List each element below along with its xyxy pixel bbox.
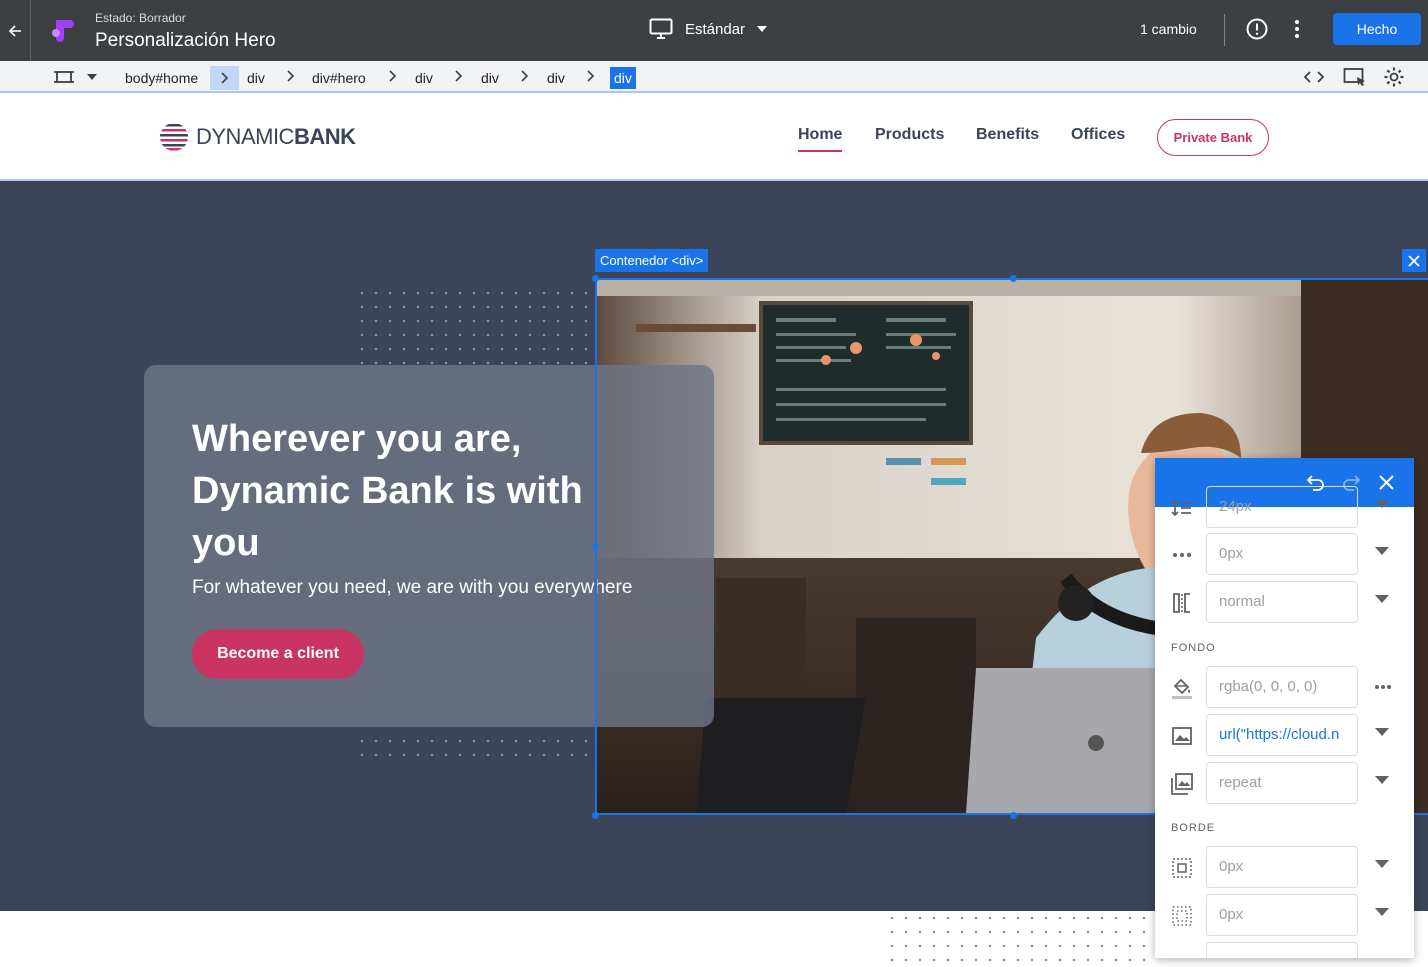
- breadcrumb-item[interactable]: div: [243, 67, 269, 89]
- line-height-row: 24px: [1155, 486, 1414, 528]
- letter-spacing-row: 0px: [1155, 533, 1414, 575]
- desktop-icon: [649, 18, 673, 39]
- preview-icon[interactable]: [1343, 67, 1367, 87]
- word-break-row: normal: [1155, 581, 1414, 623]
- dropdown-arrow-icon[interactable]: [1375, 908, 1389, 916]
- image-icon: [1172, 727, 1192, 745]
- background-repeat-input[interactable]: repeat: [1206, 762, 1358, 804]
- next-property-input[interactable]: [1206, 942, 1358, 958]
- chevron-right-icon: [287, 70, 295, 82]
- background-image-row: url("https://cloud.n: [1155, 714, 1414, 756]
- breadcrumb-item[interactable]: div: [411, 67, 437, 89]
- resize-handle[interactable]: [1010, 275, 1017, 282]
- hero-subline: For whatever you need, we are with you e…: [192, 577, 633, 598]
- caret-down-icon[interactable]: [87, 74, 97, 80]
- border-width-icon: [1172, 858, 1192, 878]
- chevron-right-icon: [389, 70, 397, 82]
- alert-icon[interactable]: [1245, 17, 1269, 41]
- breadcrumb-item[interactable]: body#home: [121, 67, 202, 89]
- resize-handle[interactable]: [592, 543, 599, 550]
- code-icon[interactable]: [1303, 69, 1325, 85]
- private-bank-button[interactable]: Private Bank: [1157, 119, 1269, 156]
- resize-handle[interactable]: [1010, 812, 1017, 819]
- section-border-heading: BORDE: [1171, 822, 1216, 834]
- back-button[interactable]: [0, 0, 31, 61]
- section-background-heading: FONDO: [1171, 642, 1216, 654]
- next-property-row: [1155, 942, 1414, 958]
- background-color-row: rgba(0, 0, 0, 0): [1155, 666, 1414, 708]
- breadcrumb-item[interactable]: div#hero: [308, 67, 370, 89]
- letter-spacing-input[interactable]: 0px: [1206, 533, 1358, 575]
- globe-stripes-icon: [160, 124, 188, 151]
- dropdown-arrow-icon[interactable]: [1375, 776, 1389, 784]
- changes-count[interactable]: 1 cambio: [1140, 21, 1197, 37]
- hero-headline: Wherever you are, Dynamic Bank is with y…: [192, 418, 583, 564]
- done-button[interactable]: Hecho: [1333, 13, 1421, 45]
- optimize-logo-icon: [52, 20, 74, 42]
- back-arrow-icon: [8, 24, 21, 37]
- caret-down-icon: [757, 26, 768, 32]
- become-client-button[interactable]: Become a client: [192, 629, 364, 679]
- border-radius-row: 0px: [1155, 894, 1414, 936]
- more-vert-icon[interactable]: [1287, 17, 1307, 41]
- chevron-right-icon: [587, 70, 595, 82]
- dropdown-arrow-icon[interactable]: [1375, 547, 1389, 555]
- page-title: Personalización Hero: [95, 30, 276, 51]
- close-icon: [1408, 254, 1420, 267]
- background-color-input[interactable]: rgba(0, 0, 0, 0): [1206, 666, 1358, 708]
- background-repeat-row: repeat: [1155, 762, 1414, 804]
- nav-benefits[interactable]: Benefits: [976, 126, 1039, 144]
- brand-text-light: DYNAMIC: [196, 124, 294, 149]
- select-frame-icon[interactable]: [54, 69, 74, 85]
- image-repeat-icon: [1171, 773, 1193, 795]
- draft-status: Estado: Borrador: [95, 11, 186, 25]
- breadcrumb-item[interactable]: div: [477, 67, 503, 89]
- border-radius-input[interactable]: 0px: [1206, 894, 1358, 936]
- settings-gear-icon[interactable]: [1383, 66, 1405, 88]
- chevron-right-icon: [455, 70, 463, 82]
- site-header: DYNAMICBANK Home Products Benefits Offic…: [0, 95, 1428, 181]
- breadcrumb-item-selected[interactable]: div: [610, 67, 636, 89]
- breadcrumb-item[interactable]: div: [543, 67, 569, 89]
- nav-products[interactable]: Products: [875, 126, 944, 144]
- fill-color-icon: [1172, 678, 1192, 699]
- word-break-input[interactable]: normal: [1206, 581, 1358, 623]
- brand-text-bold: BANK: [293, 124, 356, 149]
- dropdown-arrow-icon[interactable]: [1375, 860, 1389, 868]
- chevron-right-icon: [210, 66, 239, 90]
- border-width-row: 0px: [1155, 846, 1414, 888]
- deselect-button[interactable]: [1402, 249, 1426, 272]
- nav-home[interactable]: Home: [798, 126, 843, 152]
- editor-topbar: Estado: Borrador Personalización Hero Es…: [0, 0, 1428, 61]
- resize-handle[interactable]: [592, 812, 599, 819]
- border-width-input[interactable]: 0px: [1206, 846, 1358, 888]
- more-horiz-icon[interactable]: [1375, 684, 1391, 690]
- device-selector[interactable]: Estándar: [649, 18, 768, 40]
- nav-offices[interactable]: Offices: [1071, 126, 1125, 144]
- device-label: Estándar: [685, 20, 746, 38]
- dropdown-arrow-icon[interactable]: [1375, 728, 1389, 736]
- line-height-input[interactable]: 24px: [1206, 486, 1358, 528]
- chevron-right-icon: [521, 70, 529, 82]
- line-height-icon: [1171, 499, 1191, 517]
- style-editor-panel: 24px 0px normal FONDO rgba(0, 0, 0, 0) u…: [1155, 458, 1414, 958]
- background-image-input[interactable]: url("https://cloud.n: [1206, 714, 1358, 756]
- selection-label: Contenedor <div>: [595, 249, 709, 272]
- resize-handle[interactable]: [592, 275, 599, 282]
- letter-spacing-icon: [1173, 553, 1191, 557]
- dynamicbank-logo[interactable]: DYNAMICBANK: [158, 121, 356, 153]
- dropdown-arrow-icon[interactable]: [1375, 595, 1389, 603]
- word-break-icon: [1173, 593, 1190, 613]
- border-radius-icon: [1172, 906, 1192, 926]
- divider: [1224, 14, 1225, 46]
- element-breadcrumb-bar: body#home div div#hero div div div div: [0, 61, 1428, 93]
- dot-pattern: [885, 911, 1155, 967]
- dot-pattern: [355, 286, 595, 366]
- dropdown-arrow-icon[interactable]: [1375, 500, 1389, 508]
- dot-pattern: [355, 734, 595, 756]
